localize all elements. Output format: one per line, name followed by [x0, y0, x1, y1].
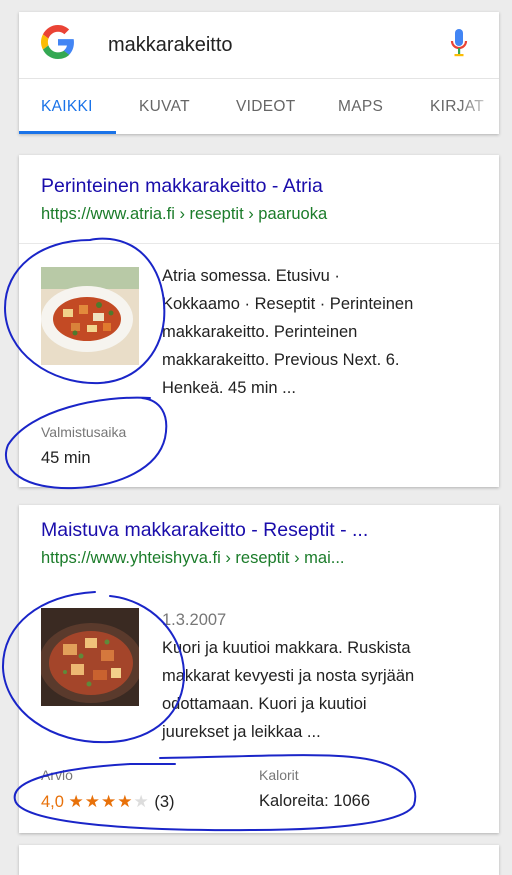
- stew-pot-image: [41, 608, 139, 706]
- snippet-line: Atria somessa. Etusivu ·: [162, 267, 340, 285]
- tab-kaikki[interactable]: KAIKKI: [41, 98, 93, 116]
- result-snippet: 1.3.2007 Kuori ja kuutioi makkara. Ruski…: [162, 606, 472, 746]
- snippet-line: juurekset ja leikkaa ...: [162, 723, 321, 741]
- rating-count: (3): [154, 793, 175, 811]
- result-thumbnail[interactable]: [41, 608, 139, 706]
- star-icon: ★: [68, 792, 85, 811]
- star-icon: ★: [84, 792, 102, 811]
- prep-time-value: 45 min: [41, 449, 91, 467]
- result-divider: [19, 243, 499, 244]
- tab-kuvat[interactable]: KUVAT: [139, 98, 190, 116]
- tab-maps[interactable]: MAPS: [338, 98, 383, 116]
- result-snippet: Atria somessa. Etusivu · Kokkaamo · Rese…: [162, 262, 472, 402]
- search-tabs: KAIKKI KUVAT VIDEOT MAPS KIRJAT: [19, 79, 499, 134]
- tab-videot[interactable]: VIDEOT: [236, 98, 296, 116]
- star-rating: ★★★★★: [69, 792, 150, 811]
- microphone-icon[interactable]: [449, 28, 469, 58]
- result-title-link[interactable]: Perinteinen makkarakeitto - Atria: [41, 175, 323, 198]
- snippet-line: Kuori ja kuutioi makkara. Ruskista: [162, 639, 411, 657]
- result-card-2: Maistuva makkarakeitto - Reseptit - ... …: [19, 505, 499, 833]
- star-icon: ★: [117, 792, 134, 811]
- snippet-line: Kokkaamo · Reseptit · Perinteinen: [162, 295, 414, 313]
- rating-value: 4,0: [41, 793, 64, 811]
- snippet-line: makkarakeitto. Perinteinen: [162, 323, 358, 341]
- snippet-line: makkarakeitto. Previous Next. 6.: [162, 351, 400, 369]
- tabs-fade: [459, 79, 499, 134]
- star-icon: ★: [101, 792, 118, 811]
- rating-row: 4,0 ★★★★★ (3): [41, 792, 175, 812]
- prep-time-label: Valmistusaika: [41, 424, 127, 440]
- result-title-link[interactable]: Maistuva makkarakeitto - Reseptit - ...: [41, 519, 368, 542]
- result-thumbnail[interactable]: [41, 267, 139, 365]
- result-card-3: [19, 845, 499, 875]
- result-card-1: Perinteinen makkarakeitto - Atria https:…: [19, 155, 499, 487]
- search-input[interactable]: makkarakeitto: [108, 34, 233, 57]
- result-url[interactable]: https://www.atria.fi › reseptit › paaruo…: [41, 205, 327, 224]
- active-tab-indicator: [19, 131, 116, 134]
- result-url[interactable]: https://www.yhteishyva.fi › reseptit › m…: [41, 549, 345, 568]
- star-icon: ★: [133, 792, 150, 811]
- snippet-line: makkarat kevyesti ja nosta syrjään: [162, 667, 415, 685]
- snippet-line: odottamaan. Kuori ja kuutioi: [162, 695, 367, 713]
- snippet-line: Henkeä. 45 min ...: [162, 379, 296, 397]
- search-header: makkarakeitto KAIKKI KUVAT VIDEOT MAPS K…: [19, 12, 499, 134]
- calories-label: Kalorit: [259, 767, 299, 783]
- soup-bowl-image: [41, 267, 139, 365]
- calories-value: Kaloreita: 1066: [259, 792, 370, 810]
- google-logo-icon[interactable]: [41, 25, 75, 59]
- result-date: 1.3.2007: [162, 611, 227, 629]
- rating-label: Arvio: [41, 767, 73, 783]
